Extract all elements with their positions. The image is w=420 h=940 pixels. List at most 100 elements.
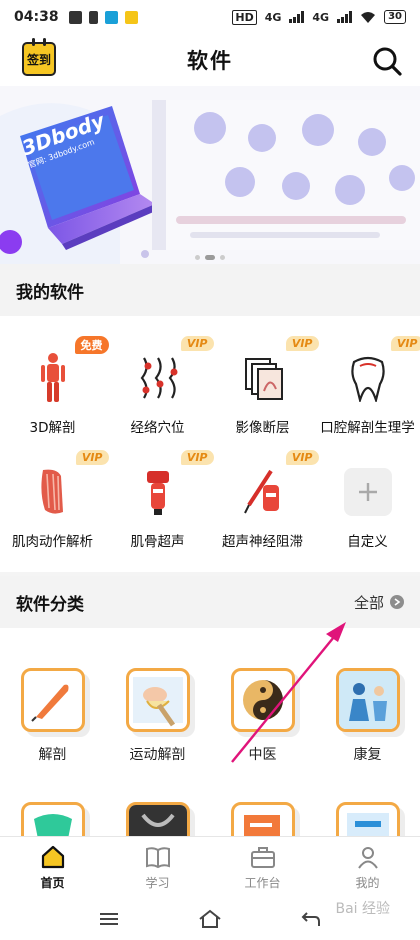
- briefcase-icon: [250, 847, 275, 868]
- app-muscle-motion[interactable]: VIP 肌肉动作解析: [0, 450, 109, 550]
- app-customize[interactable]: 自定义: [315, 464, 420, 550]
- my-software-title: 我的软件: [16, 282, 84, 303]
- app-label: 影像断层: [235, 420, 290, 436]
- pager-dot: [220, 255, 225, 260]
- network-label-2: 4G: [312, 10, 330, 24]
- tooth-icon: [350, 356, 385, 402]
- checkin-button[interactable]: 签到: [22, 38, 56, 76]
- signal-icon-2: [337, 11, 353, 23]
- category-xray[interactable]: [105, 802, 210, 836]
- app-msk-ultrasound[interactable]: VIP 肌骨超声: [105, 450, 214, 550]
- dental-tile: [20, 802, 85, 836]
- scalpel-icon: [30, 684, 68, 722]
- film-stack-icon: [244, 358, 283, 400]
- notification-icon: [68, 10, 82, 24]
- app-screen: 04:38 HD 4G 4G 30 签到 软件 3Dbody 官网: 3dbod…: [0, 0, 420, 940]
- knee-tile: [125, 668, 190, 732]
- status-bar: 04:38 HD 4G 4G 30: [0, 0, 420, 34]
- tab-home[interactable]: 首页: [0, 837, 105, 898]
- category-label: 解剖: [38, 747, 67, 763]
- promo-banner[interactable]: 3Dbody 官网: 3dbody.com: [0, 86, 420, 264]
- knee-joint-icon: [132, 677, 183, 727]
- category-dental[interactable]: [0, 802, 105, 836]
- app-label: 口腔解剖生理学: [320, 420, 415, 436]
- tooth-green-icon: [33, 814, 72, 836]
- banner-pager: [0, 255, 420, 260]
- page-title: 软件: [187, 49, 233, 73]
- category-label: 中医: [248, 747, 277, 763]
- app-label: 自定义: [347, 534, 388, 550]
- search-icon[interactable]: [372, 46, 402, 76]
- yinyang-tile: [230, 668, 295, 732]
- view-all-label: 全部: [353, 593, 384, 612]
- top-header: 签到 软件: [0, 34, 420, 86]
- view-all-link[interactable]: 全部: [354, 592, 404, 613]
- category-header: 软件分类 全部: [0, 576, 420, 628]
- back-icon[interactable]: [301, 910, 321, 928]
- checkin-label: 签到: [26, 52, 51, 67]
- home-icon: [41, 845, 64, 869]
- vip-badge: VIP: [285, 450, 319, 465]
- tab-label: 我的: [355, 876, 380, 890]
- app-label: 肌骨超声: [130, 534, 185, 550]
- home-nav-icon[interactable]: [198, 909, 222, 929]
- plus-icon: [343, 468, 392, 516]
- app-label: 经络穴位: [130, 420, 185, 436]
- muscle-icon: [40, 469, 63, 514]
- category-exam[interactable]: [210, 802, 315, 836]
- category-cases[interactable]: [315, 802, 420, 836]
- app-meridian-points[interactable]: VIP 经络穴位: [105, 336, 214, 436]
- menu-icon[interactable]: [99, 912, 119, 926]
- notes-icon: [243, 815, 280, 836]
- meridian-icon: [140, 357, 177, 399]
- vip-badge: VIP: [75, 450, 109, 465]
- app-ultrasound-nerve-block[interactable]: VIP 超声神经阻滞: [210, 450, 319, 550]
- my-software-header: 我的软件: [0, 264, 420, 316]
- category-label: 运动解剖: [129, 747, 186, 763]
- ultrasound-probe-icon: [146, 471, 169, 515]
- free-badge: 免费: [74, 336, 109, 354]
- tab-study[interactable]: 学习: [105, 837, 210, 898]
- tab-label: 工作台: [244, 876, 281, 890]
- chevron-right-icon: [390, 595, 404, 609]
- status-time: 04:38: [14, 9, 59, 25]
- chest-xray-icon: [128, 805, 187, 836]
- category-label: 康复: [353, 747, 382, 763]
- vip-badge: VIP: [180, 336, 214, 351]
- category-tcm[interactable]: 中医: [210, 668, 315, 764]
- scalpel-tile: [20, 668, 85, 732]
- book-icon: [145, 847, 170, 869]
- category-rehab[interactable]: 康复: [315, 668, 420, 764]
- tab-workbench[interactable]: 工作台: [210, 837, 315, 898]
- tab-label: 首页: [40, 876, 65, 890]
- app-label: 肌肉动作解析: [12, 534, 93, 550]
- human-body-icon: [40, 353, 65, 402]
- xray-tile: [125, 802, 190, 836]
- yin-yang-icon: [242, 680, 283, 720]
- app-notification-icon: [104, 10, 118, 24]
- category-anatomy[interactable]: 解剖: [0, 668, 105, 764]
- network-label: 4G: [264, 10, 282, 24]
- app-oral-anatomy[interactable]: VIP 口腔解剖生理学: [315, 336, 420, 436]
- app-notification-icon-2: [124, 10, 138, 24]
- sim-icon: [88, 10, 98, 24]
- syringe-probe-icon: [243, 469, 279, 514]
- vip-badge: VIP: [180, 450, 214, 465]
- cases-tile: [335, 802, 400, 836]
- my-software-panel: 免费 3D解剖 VIP 经络穴位 VIP 影像断层 VIP 口腔解剖生理学 VI…: [0, 316, 420, 572]
- rehab-tile: [335, 668, 400, 732]
- app-imaging-tomography[interactable]: VIP 影像断层: [210, 336, 319, 436]
- category-panel: 解剖 运动解剖 中医 康复: [0, 628, 420, 836]
- app-label: 3D解剖: [29, 420, 76, 436]
- category-title: 软件分类: [16, 594, 84, 615]
- category-sports-anatomy[interactable]: 运动解剖: [105, 668, 210, 764]
- tab-profile[interactable]: 我的: [315, 837, 420, 898]
- rehab-therapy-icon: [338, 671, 397, 729]
- signal-icon: [289, 11, 305, 23]
- tab-label: 学习: [145, 876, 170, 890]
- app-3d-anatomy[interactable]: 免费 3D解剖: [0, 336, 109, 436]
- vip-badge: VIP: [285, 336, 319, 351]
- vip-badge: VIP: [390, 336, 420, 351]
- person-icon: [357, 847, 378, 869]
- exam-tile: [230, 802, 295, 836]
